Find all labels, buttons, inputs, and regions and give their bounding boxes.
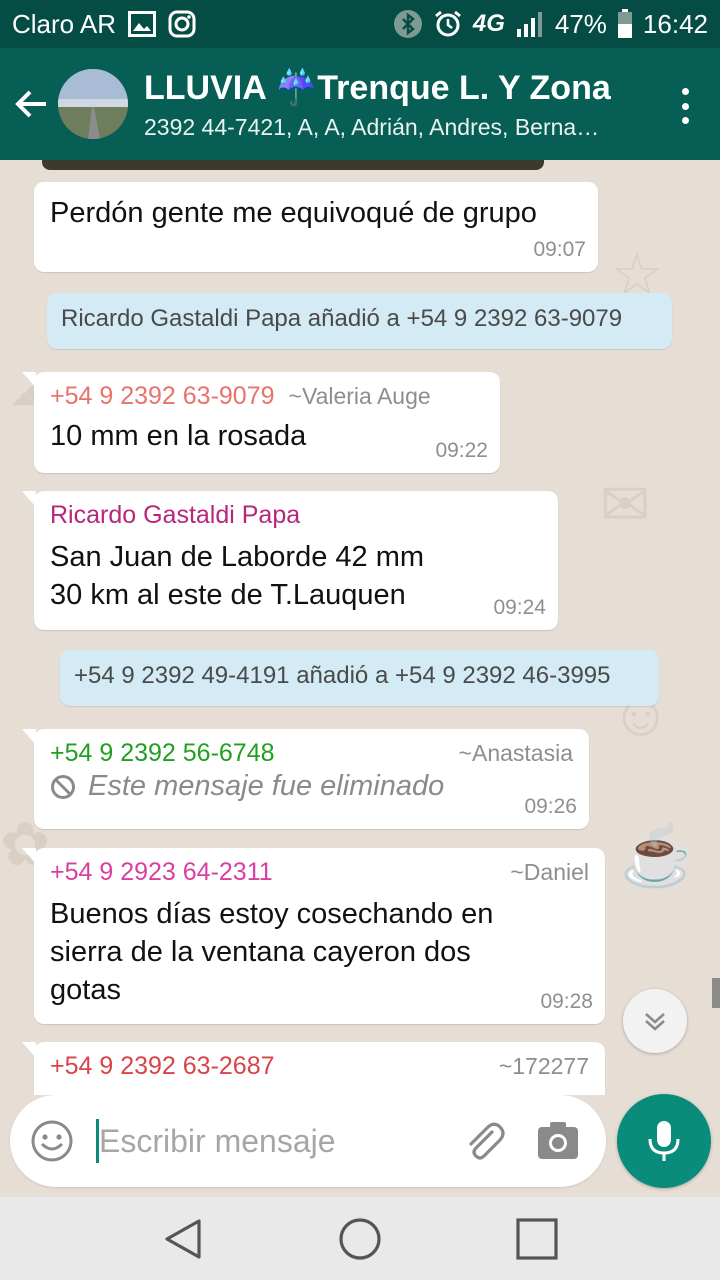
message-time: 09:07 <box>533 238 586 261</box>
background-doodle: ✉ <box>600 471 651 538</box>
carrier-label: Claro AR <box>12 8 117 39</box>
message-placeholder[interactable]: Escribir mensaje <box>99 1123 462 1160</box>
participants-list: 2392 44-7421, A, A, Adrián, Andres, Bern… <box>144 113 600 140</box>
bubble-tail <box>22 729 36 745</box>
back-arrow-icon <box>15 90 46 118</box>
scrollbar-thumb[interactable] <box>712 978 720 1008</box>
message-input[interactable]: Escribir mensaje <box>10 1095 606 1187</box>
alarm-icon <box>433 9 463 39</box>
signal-icon <box>515 11 545 37</box>
network-type: 4G <box>472 10 505 37</box>
message-text-line: gotas <box>50 974 121 1006</box>
back-button[interactable] <box>2 48 62 160</box>
group-title: LLUVIA ☔Trenque L. Y Zona <box>144 68 611 107</box>
emoji-icon[interactable] <box>30 1119 74 1163</box>
bluetooth-icon <box>393 9 423 39</box>
menu-icon[interactable] <box>670 86 700 126</box>
camera-icon[interactable] <box>536 1119 580 1163</box>
system-nav-bar <box>0 1197 720 1280</box>
background-doodle: ☕ <box>620 822 695 889</box>
system-message: +54 9 2392 49-4191 añadió a +54 9 2392 4… <box>60 650 659 706</box>
message-bubble[interactable]: +54 9 2392 63-2687 ~172277 <box>22 1042 605 1095</box>
message-text: 10 mm en la rosada <box>50 420 307 452</box>
message-bubble[interactable]: +54 9 2392 56-6748 ~Anastasia Este mensa… <box>22 729 589 829</box>
system-message: Ricardo Gastaldi Papa añadió a +54 9 239… <box>47 293 672 349</box>
message-bubble[interactable]: Ricardo Gastaldi Papa San Juan de Labord… <box>22 491 558 630</box>
chat-area[interactable]: ☆ ☁ ✉ ☺ ✿ ☕ Perdón gente me equivoqué de… <box>0 160 720 1095</box>
message-time: 09:22 <box>435 439 488 462</box>
bubble-tail <box>22 1042 36 1058</box>
message-bubble[interactable]: +54 9 2392 63-9079 ~Valeria Auge 10 mm e… <box>22 372 500 473</box>
message-text-line: sierra de la ventana cayeron dos <box>50 936 471 968</box>
chevron-down-icon <box>645 1013 665 1031</box>
chat-header: LLUVIA ☔Trenque L. Y Zona 2392 44-7421, … <box>0 48 720 160</box>
attach-icon[interactable] <box>462 1118 508 1164</box>
bubble-tail <box>22 848 36 864</box>
nav-home-icon[interactable] <box>337 1216 383 1262</box>
mic-button[interactable] <box>617 1094 711 1188</box>
bubble-tail <box>22 491 36 507</box>
deleted-message-text: Este mensaje fue eliminado <box>88 770 445 802</box>
battery-percent: 47% <box>554 8 607 39</box>
message-text-line: San Juan de Laborde 42 mm <box>50 541 425 573</box>
sender-name[interactable]: Ricardo Gastaldi Papa <box>50 501 300 530</box>
blocked-icon <box>51 774 75 799</box>
nav-recents-icon[interactable] <box>515 1217 559 1261</box>
message-text-line: Buenos días estoy cosechando en <box>50 898 494 930</box>
bubble-tail <box>22 372 36 388</box>
sender-alias: ~Daniel <box>510 859 589 885</box>
sender-alias: ~172277 <box>498 1053 589 1079</box>
gallery-icon <box>128 11 157 37</box>
group-avatar[interactable] <box>58 69 128 139</box>
nav-back-icon[interactable] <box>161 1215 205 1263</box>
clock: 16:42 <box>642 8 708 39</box>
message-time: 09:28 <box>540 990 593 1013</box>
message-time: 09:24 <box>493 596 546 619</box>
message-text-line: 30 km al este de T.Lauquen <box>50 579 406 611</box>
message-bubble[interactable]: Perdón gente me equivoqué de grupo 09:07 <box>34 182 598 272</box>
scroll-to-bottom-button[interactable] <box>623 989 687 1053</box>
image-message-tail[interactable] <box>42 160 544 170</box>
status-bar: Claro AR 4G 47% 16:42 <box>0 0 720 48</box>
sender-alias: ~Anastasia <box>458 740 573 766</box>
message-bubble[interactable]: +54 9 2923 64-2311 ~Daniel Buenos días e… <box>22 848 605 1024</box>
sender-name[interactable]: +54 9 2392 63-2687 <box>50 1052 275 1081</box>
sender-name[interactable]: +54 9 2923 64-2311 <box>50 858 273 887</box>
instagram-icon <box>168 10 196 38</box>
sender-name[interactable]: +54 9 2392 63-9079 <box>50 382 275 411</box>
battery-icon <box>617 9 633 39</box>
message-text: Perdón gente me equivoqué de grupo <box>50 197 537 229</box>
composer-bar: Escribir mensaje <box>0 1094 720 1197</box>
mic-icon <box>648 1121 680 1161</box>
sender-alias: ~Valeria Auge <box>288 383 431 409</box>
sender-name[interactable]: +54 9 2392 56-6748 <box>50 739 275 768</box>
chat-title-area[interactable]: LLUVIA ☔Trenque L. Y Zona 2392 44-7421, … <box>144 68 644 141</box>
message-time: 09:26 <box>524 795 577 818</box>
